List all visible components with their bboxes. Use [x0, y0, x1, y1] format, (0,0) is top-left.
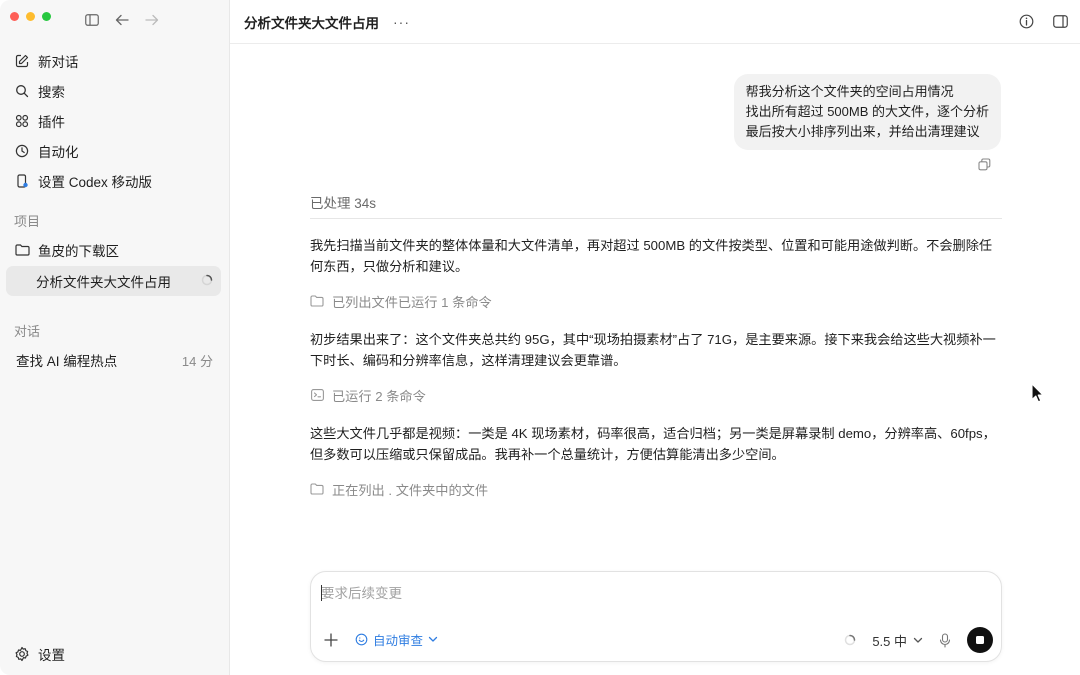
info-icon[interactable]	[1018, 13, 1034, 29]
nav-label: 新对话	[38, 55, 79, 70]
sidebar-toggle-icon[interactable]	[84, 12, 100, 28]
text-cursor	[321, 585, 322, 601]
conversation-label: 查找 AI 编程热点	[16, 354, 118, 369]
nav-plugins[interactable]: 插件	[6, 106, 221, 136]
more-options-button[interactable]: ···	[393, 14, 410, 30]
model-selector[interactable]: 5.5 中	[872, 631, 923, 650]
composer: 自动审查 5.5 中	[310, 571, 1002, 662]
terminal-icon	[310, 388, 324, 402]
folder-list-icon	[310, 294, 324, 308]
close-window-button[interactable]	[10, 12, 19, 21]
command-step[interactable]: 已运行 2 条命令	[310, 385, 1002, 405]
nav-label: 搜索	[38, 85, 65, 100]
mouse-cursor-icon	[1031, 383, 1045, 403]
model-label: 5.5 中	[872, 633, 907, 649]
auto-review-label: 自动审查	[373, 634, 424, 648]
window-controls	[10, 12, 51, 21]
project-item-downloads[interactable]: 鱼皮的下载区	[6, 235, 221, 265]
chevron-down-icon	[913, 637, 923, 644]
clock-icon	[14, 143, 30, 159]
conversation-item[interactable]: 查找 AI 编程热点 14 分	[6, 345, 221, 375]
forward-arrow-icon[interactable]	[144, 12, 160, 28]
nav-label: 自动化	[38, 145, 79, 160]
app-window: 新对话 搜索 插件 自动化 设置 Codex 移动版 项目 鱼皮的下载区 分析文…	[0, 0, 1080, 675]
sidebar: 新对话 搜索 插件 自动化 设置 Codex 移动版 项目 鱼皮的下载区 分析文…	[0, 0, 230, 675]
window-toolbar	[84, 12, 160, 28]
search-icon	[14, 83, 30, 99]
processed-status: 已处理 34s	[310, 192, 1002, 219]
copy-icon[interactable]	[978, 158, 992, 172]
project-label: 分析文件夹大文件占用	[36, 275, 171, 290]
page-title: 分析文件夹大文件占用	[244, 15, 379, 31]
followup-input[interactable]	[321, 582, 921, 604]
zoom-window-button[interactable]	[42, 12, 51, 21]
sidebar-nav: 新对话 搜索 插件 自动化 设置 Codex 移动版	[6, 46, 221, 196]
stop-button[interactable]	[967, 627, 993, 653]
back-arrow-icon[interactable]	[114, 12, 130, 28]
gear-icon	[14, 646, 30, 662]
side-panel-toggle-icon[interactable]	[1052, 13, 1068, 29]
nav-label: 设置 Codex 移动版	[38, 175, 153, 190]
progress-spinner-icon	[844, 634, 856, 646]
command-step-label: 正在列出 . 文件夹中的文件	[332, 482, 489, 498]
folder-icon	[14, 242, 30, 258]
main-panel: 分析文件夹大文件占用 ··· 帮我分析这个文件夹的空间占用情况 找出所有超过 5…	[230, 0, 1080, 675]
topbar-actions	[1018, 13, 1068, 29]
conversation-time: 14 分	[181, 353, 213, 369]
add-attachment-button[interactable]	[323, 632, 339, 648]
nav-new-chat[interactable]: 新对话	[6, 46, 221, 76]
nav-search[interactable]: 搜索	[6, 76, 221, 106]
phone-icon	[14, 173, 30, 189]
project-label: 鱼皮的下载区	[38, 244, 119, 259]
settings-label: 设置	[38, 648, 65, 663]
user-message-line: 找出所有超过 500MB 的大文件，逐个分析	[745, 104, 989, 119]
loading-spinner-icon	[201, 274, 213, 289]
command-step[interactable]: 正在列出 . 文件夹中的文件	[310, 479, 1002, 499]
minimize-window-button[interactable]	[26, 12, 35, 21]
user-message-line: 帮我分析这个文件夹的空间占用情况	[745, 84, 954, 99]
command-step[interactable]: 已列出文件已运行 1 条命令	[310, 291, 1002, 311]
settings-button[interactable]: 设置	[14, 643, 65, 665]
plugins-icon	[14, 113, 30, 129]
command-step-label: 已运行 2 条命令	[332, 388, 426, 404]
composer-left-tools: 自动审查	[323, 630, 438, 649]
edit-icon	[14, 53, 30, 69]
conversations-section-label: 对话	[14, 324, 41, 339]
microphone-icon[interactable]	[939, 632, 951, 648]
assistant-paragraph: 初步结果出来了：这个文件夹总共约 95G，其中“现场拍摄素材”占了 71G，是主…	[310, 332, 996, 368]
nav-automation[interactable]: 自动化	[6, 136, 221, 166]
review-shield-icon	[355, 633, 368, 646]
projects-section-label: 项目	[14, 214, 41, 229]
nav-label: 插件	[38, 115, 65, 130]
user-message-bubble: 帮我分析这个文件夹的空间占用情况 找出所有超过 500MB 的大文件，逐个分析 …	[733, 74, 1001, 150]
project-item-active[interactable]: 分析文件夹大文件占用	[6, 266, 221, 296]
user-message-line: 最后按大小排序列出来，并给出清理建议	[745, 124, 980, 139]
auto-review-dropdown[interactable]: 自动审查	[355, 630, 438, 649]
stop-icon	[976, 636, 984, 644]
chevron-down-icon	[428, 636, 438, 643]
folder-list-icon	[310, 482, 324, 496]
topbar: 分析文件夹大文件占用 ···	[230, 0, 1080, 44]
assistant-paragraph: 我先扫描当前文件夹的整体体量和大文件清单，再对超过 500MB 的文件按类型、位…	[310, 238, 993, 274]
command-step-label: 已列出文件已运行 1 条命令	[332, 294, 492, 310]
project-list: 鱼皮的下载区 分析文件夹大文件占用	[6, 235, 221, 296]
composer-right-tools: 5.5 中	[844, 627, 993, 653]
nav-mobile-setup[interactable]: 设置 Codex 移动版	[6, 166, 221, 196]
assistant-paragraph: 这些大文件几乎都是视频：一类是 4K 现场素材，码率很高，适合归档；另一类是屏幕…	[310, 426, 996, 462]
